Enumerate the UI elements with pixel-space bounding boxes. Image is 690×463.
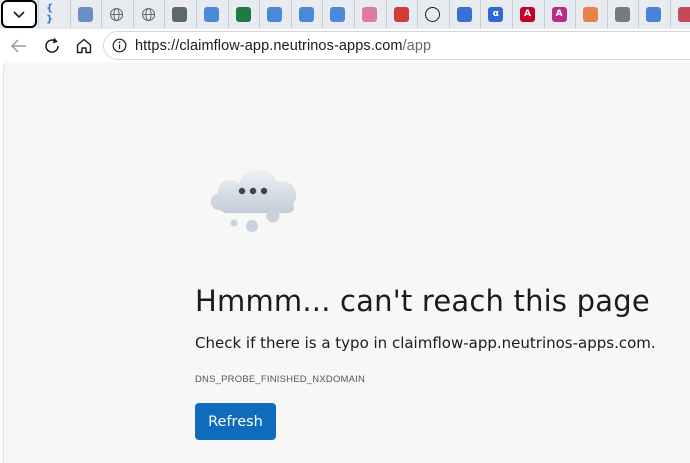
cloud-icon <box>210 169 297 232</box>
home-button[interactable] <box>71 33 97 59</box>
m-logo-icon <box>646 6 662 22</box>
braces-icon: { } <box>46 3 54 25</box>
alpha-icon: α <box>488 6 504 22</box>
browser-tab[interactable]: A <box>512 0 542 28</box>
refresh-button[interactable]: Refresh <box>195 403 276 440</box>
colorful-app-icon <box>362 6 377 22</box>
reload-button[interactable] <box>39 33 65 59</box>
browser-tab[interactable]: α <box>480 0 510 28</box>
browser-tab[interactable] <box>290 0 321 28</box>
browser-tab[interactable] <box>101 0 131 28</box>
navigation-toolbar: https://claimflow-app.neutrinos-apps.com… <box>0 29 690 62</box>
web-page-icon <box>298 6 314 22</box>
web-page-icon <box>330 6 346 22</box>
excel-icon <box>235 6 251 22</box>
pulse-icon <box>172 6 188 22</box>
angular-icon: A <box>551 6 567 22</box>
error-subtitle: Check if there is a typo in claimflow-ap… <box>195 334 656 352</box>
browser-tab[interactable] <box>227 0 258 28</box>
address-bar[interactable]: https://claimflow-app.neutrinos-apps.com… <box>103 31 690 60</box>
browser-tab[interactable] <box>575 0 605 28</box>
browser-tab[interactable] <box>322 0 352 28</box>
signature-icon <box>678 6 690 22</box>
tab-actions-menu-button[interactable] <box>1 0 37 28</box>
browser-tab[interactable] <box>606 0 637 28</box>
angular-icon: A <box>520 6 535 22</box>
browser-tab[interactable] <box>385 0 416 28</box>
browser-tab[interactable] <box>196 0 226 28</box>
browser-tab[interactable] <box>354 0 384 28</box>
url-path: /app <box>402 37 432 54</box>
browser-tab[interactable]: A <box>543 0 574 28</box>
web-page-icon <box>267 6 283 22</box>
back-button[interactable] <box>6 33 32 59</box>
openai-icon <box>425 6 441 22</box>
web-page-icon <box>204 6 219 22</box>
headset-icon <box>393 6 409 22</box>
chevron-down-icon <box>13 11 25 19</box>
document-error-icon <box>614 6 630 22</box>
error-title: Hmmm... can't reach this page <box>195 284 650 318</box>
shield-icon <box>583 6 599 22</box>
tab-strip: { } α A A <box>0 0 690 29</box>
browser-tab[interactable] <box>69 0 100 28</box>
browser-tab[interactable]: { } <box>38 0 68 28</box>
browser-tab[interactable] <box>132 0 163 28</box>
browser-tab[interactable] <box>164 0 194 28</box>
url-host: https://claimflow-app.neutrinos-apps.com <box>135 37 403 54</box>
info-icon[interactable] <box>112 38 127 53</box>
browser-tab[interactable] <box>670 0 690 28</box>
error-code: DNS_PROBE_FINISHED_NXDOMAIN <box>195 374 366 385</box>
globe-icon <box>109 7 124 22</box>
browser-tab[interactable] <box>417 0 447 28</box>
browser-tab[interactable] <box>448 0 479 28</box>
arrow-left-icon <box>10 39 26 53</box>
url-text[interactable]: https://claimflow-app.neutrinos-apps.com… <box>135 38 431 54</box>
error-page <box>3 62 690 463</box>
home-icon <box>76 38 92 54</box>
globe-icon <box>141 7 156 22</box>
browser-tab[interactable] <box>259 0 289 28</box>
reload-icon <box>45 38 59 53</box>
m-logo-icon <box>456 6 472 22</box>
cube-icon <box>77 6 93 22</box>
browser-tab[interactable] <box>638 0 668 28</box>
